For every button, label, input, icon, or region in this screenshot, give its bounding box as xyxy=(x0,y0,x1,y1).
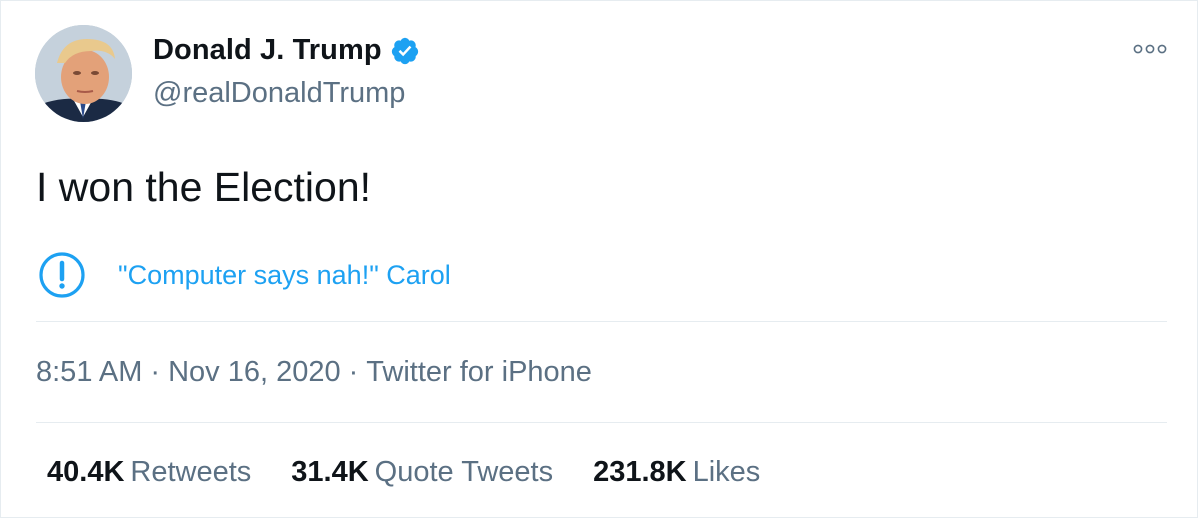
user-handle[interactable]: @realDonaldTrump xyxy=(153,77,405,110)
tweet-stats: 40.4K Retweets 31.4K Quote Tweets 231.8K Li… xyxy=(47,456,800,489)
more-options-icon[interactable] xyxy=(1133,43,1167,55)
likes-label: Likes xyxy=(692,456,761,488)
divider xyxy=(36,321,1167,322)
likes-stat[interactable]: 231.8K Likes xyxy=(593,456,760,489)
tweet-date[interactable]: Nov 16, 2020 xyxy=(168,356,341,388)
notice-label[interactable]: "Computer says nah!" Carol xyxy=(38,251,451,299)
retweets-count: 40.4K xyxy=(47,456,125,488)
avatar[interactable] xyxy=(35,25,132,122)
meta-separator: · xyxy=(348,356,359,388)
display-name[interactable]: Donald J. Trump xyxy=(153,34,420,67)
divider xyxy=(36,422,1167,423)
display-name-text[interactable]: Donald J. Trump xyxy=(153,34,382,67)
meta-separator: · xyxy=(150,356,161,388)
retweets-label: Retweets xyxy=(130,456,252,488)
likes-count: 231.8K xyxy=(593,456,687,488)
verified-badge-icon xyxy=(391,37,418,64)
retweets-stat[interactable]: 40.4K Retweets xyxy=(47,456,251,489)
quote-tweets-count: 31.4K xyxy=(291,456,369,488)
quote-tweets-label: Quote Tweets xyxy=(374,456,554,488)
avatar-photo xyxy=(35,25,132,122)
notice-text[interactable]: "Computer says nah!" Carol xyxy=(118,260,451,291)
tweet-text: I won the Election! xyxy=(36,164,372,210)
exclamation-circle-icon xyxy=(39,252,85,298)
tweet-card: Donald J. Trump @realDonaldTrump I won t… xyxy=(0,0,1198,518)
tweet-meta: 8:51 AM · Nov 16, 2020 · Twitter for iPhone xyxy=(36,356,592,389)
tweet-time[interactable]: 8:51 AM xyxy=(36,356,142,388)
tweet-source[interactable]: Twitter for iPhone xyxy=(366,356,592,388)
quote-tweets-stat[interactable]: 31.4K Quote Tweets xyxy=(291,456,553,489)
